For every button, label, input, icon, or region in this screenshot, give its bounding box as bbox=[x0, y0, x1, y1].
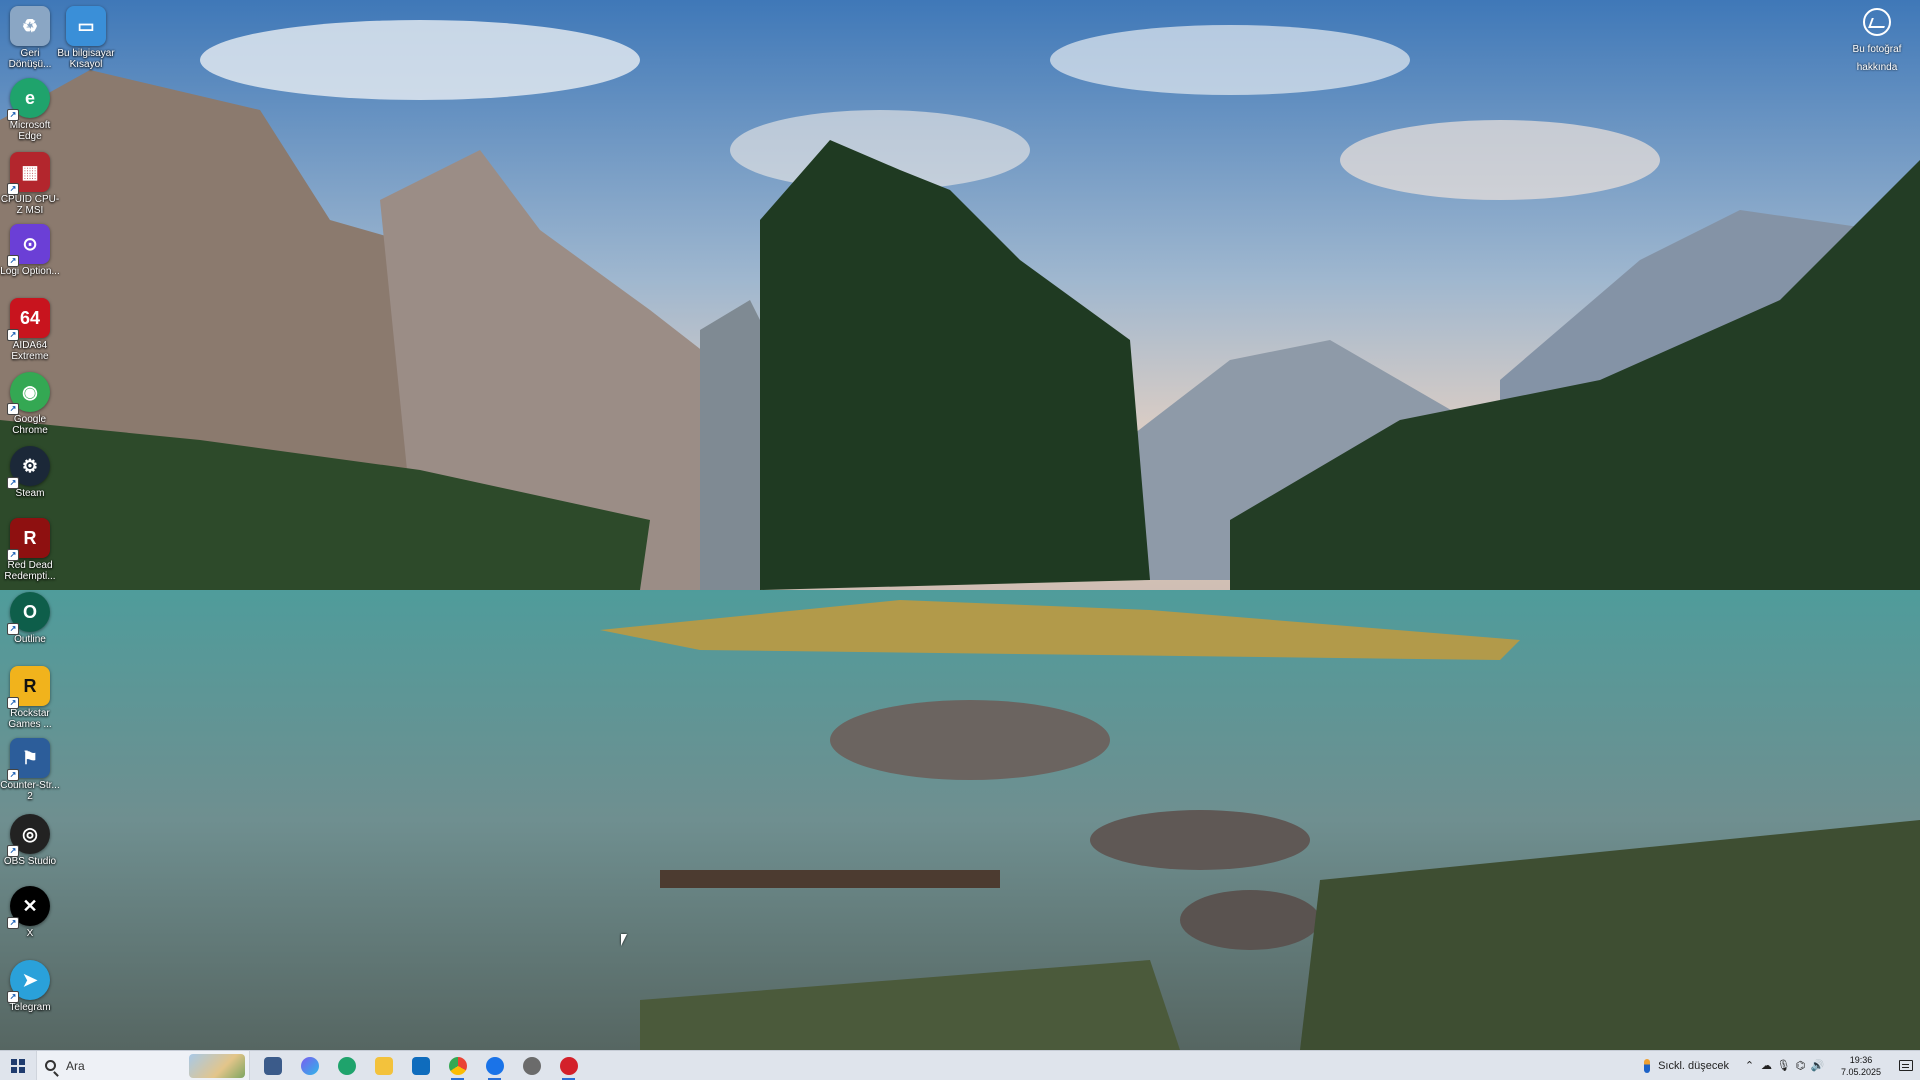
taskbar-pinned-apps bbox=[254, 1051, 587, 1080]
aida64-icon: 64 ↗ bbox=[7, 298, 50, 341]
desktop-icon-x[interactable]: ✕ ↗ X bbox=[0, 886, 60, 939]
taskbar-copilot[interactable] bbox=[291, 1051, 328, 1080]
volume-icon[interactable]: 🔊 bbox=[1809, 1051, 1826, 1080]
notification-icon bbox=[1899, 1060, 1913, 1071]
taskbar-settings[interactable] bbox=[513, 1051, 550, 1080]
desktop-icon-outline[interactable]: O ↗ Outline bbox=[0, 592, 60, 645]
desktop-icon-label: Telegram bbox=[9, 1002, 51, 1013]
copilot-icon bbox=[300, 1056, 319, 1075]
weather-widget[interactable]: Sıckl. düşecek bbox=[1644, 1058, 1729, 1073]
computer-icon: ▭ bbox=[66, 6, 106, 46]
desktop-icon-label: CPUID CPU-Z MSI bbox=[0, 194, 60, 216]
desktop-icon-recycle-bin[interactable]: ♻ Geri Dönüşü... bbox=[0, 6, 60, 70]
desktop-icon-red-dead[interactable]: R ↗ Red Dead Redempti... bbox=[0, 518, 60, 582]
folder-icon bbox=[374, 1056, 393, 1075]
red-dead-icon: R ↗ bbox=[7, 518, 50, 561]
taskbar-chrome[interactable] bbox=[439, 1051, 476, 1080]
desktop-icon-obs[interactable]: ◎ ↗ OBS Studio bbox=[0, 814, 60, 867]
desktop-icon-label: Logi Option... bbox=[0, 266, 60, 277]
counter-strike-icon: ⚑ ↗ bbox=[7, 738, 50, 781]
taskbar-chrome-profile[interactable] bbox=[476, 1051, 513, 1080]
desktop-icon-label: Google Chrome bbox=[12, 414, 48, 436]
desktop-icon-label: Bu bilgisayar Kısayol bbox=[57, 48, 115, 70]
obs-icon: ◎ ↗ bbox=[7, 814, 50, 857]
telegram-icon: ➤ ↗ bbox=[7, 960, 50, 1003]
desktop-icon-steam[interactable]: ⚙ ↗ Steam bbox=[0, 446, 60, 499]
chrome-icon: ◉ ↗ bbox=[7, 372, 50, 415]
desktop-icon-label: Outline bbox=[14, 634, 46, 645]
desktop-icon-label: OBS Studio bbox=[3, 856, 57, 867]
desktop-icon-label: Geri Dönüşü... bbox=[8, 48, 52, 70]
desktop-icon-label: X bbox=[26, 928, 34, 939]
taskbar: Ara Sıckl. düşecek ⌃ ☁ 🎙 ⌬ 🔊 19:36 7.05.… bbox=[0, 1050, 1920, 1080]
taskbar-red-app[interactable] bbox=[550, 1051, 587, 1080]
desktop-icon-label: Counter-Str... 2 bbox=[0, 780, 60, 802]
desktop-icon-label: Rockstar Games ... bbox=[8, 708, 52, 730]
thermometer-icon bbox=[1644, 1058, 1651, 1073]
recycle-bin-icon: ♻ bbox=[10, 6, 50, 46]
photo-info-icon bbox=[1863, 8, 1891, 36]
taskbar-task-view[interactable] bbox=[254, 1051, 291, 1080]
edge-icon bbox=[337, 1056, 356, 1075]
desktop-icon-logi-options[interactable]: ⊙ ↗ Logi Option... bbox=[0, 224, 60, 277]
desktop-icon-rockstar[interactable]: R ↗ Rockstar Games ... bbox=[0, 666, 60, 730]
weather-text: Sıckl. düşecek bbox=[1658, 1059, 1729, 1072]
x-icon: ✕ ↗ bbox=[7, 886, 50, 929]
about-photo-label: Bu fotoğraf hakkında bbox=[1852, 44, 1902, 73]
network-icon[interactable]: ⌬ bbox=[1792, 1051, 1809, 1080]
mouse-cursor-icon bbox=[621, 934, 627, 946]
clock-date: 7.05.2025 bbox=[1840, 1066, 1882, 1077]
taskbar-search-box[interactable]: Ara bbox=[36, 1050, 250, 1080]
cpuz-icon: ▦ ↗ bbox=[7, 152, 50, 195]
edge-icon: e ↗ bbox=[7, 78, 50, 121]
onedrive-icon[interactable]: ☁ bbox=[1758, 1051, 1775, 1080]
chrome-profile-icon bbox=[485, 1056, 504, 1075]
task-view-icon bbox=[263, 1056, 282, 1075]
about-this-photo[interactable]: Bu fotoğraf hakkında bbox=[1842, 8, 1912, 75]
red-app-icon bbox=[559, 1056, 578, 1075]
desktop-icon-telegram[interactable]: ➤ ↗ Telegram bbox=[0, 960, 60, 1013]
steam-icon: ⚙ ↗ bbox=[7, 446, 50, 489]
gear-icon bbox=[522, 1056, 541, 1075]
outline-vpn-icon: O ↗ bbox=[7, 592, 50, 635]
clock-time: 19:36 bbox=[1849, 1054, 1873, 1065]
chrome-icon bbox=[448, 1056, 467, 1075]
notification-center-button[interactable] bbox=[1892, 1051, 1920, 1080]
taskbar-file-explorer[interactable] bbox=[365, 1051, 402, 1080]
desktop-icon-this-pc[interactable]: ▭ Bu bilgisayar Kısayol bbox=[56, 6, 116, 70]
desktop-icon-edge[interactable]: e ↗ Microsoft Edge bbox=[0, 78, 60, 142]
rockstar-icon: R ↗ bbox=[7, 666, 50, 709]
windows-logo-icon bbox=[11, 1058, 25, 1073]
desktop-icon-counter-strike[interactable]: ⚑ ↗ Counter-Str... 2 bbox=[0, 738, 60, 802]
desktop-icon-label: Red Dead Redempti... bbox=[4, 560, 56, 582]
microphone-icon[interactable]: 🎙 bbox=[1775, 1051, 1792, 1080]
outlook-icon bbox=[411, 1056, 430, 1075]
desktop-icon-chrome[interactable]: ◉ ↗ Google Chrome bbox=[0, 372, 60, 436]
system-tray: Sıckl. düşecek ⌃ ☁ 🎙 ⌬ 🔊 19:36 7.05.2025 bbox=[1644, 1051, 1920, 1080]
desktop-icon-aida64[interactable]: 64 ↗ AIDA64 Extreme bbox=[0, 298, 60, 362]
taskbar-outlook[interactable] bbox=[402, 1051, 439, 1080]
search-placeholder: Ara bbox=[66, 1058, 85, 1073]
search-highlight-image bbox=[189, 1053, 245, 1078]
desktop-icon-label: Steam bbox=[15, 488, 45, 499]
taskbar-edge[interactable] bbox=[328, 1051, 365, 1080]
chevron-up-icon[interactable]: ⌃ bbox=[1741, 1051, 1758, 1080]
desktop-icon-cpuz[interactable]: ▦ ↗ CPUID CPU-Z MSI bbox=[0, 152, 60, 216]
logi-options-icon: ⊙ ↗ bbox=[7, 224, 50, 267]
desktop-icon-label: AIDA64 Extreme bbox=[11, 340, 49, 362]
start-button[interactable] bbox=[0, 1051, 36, 1080]
taskbar-clock[interactable]: 19:36 7.05.2025 bbox=[1830, 1054, 1892, 1078]
desktop-icon-label: Microsoft Edge bbox=[9, 120, 51, 142]
search-icon bbox=[45, 1060, 56, 1071]
desktop-icon-area: ♻ Geri Dönüşü... ▭ Bu bilgisayar Kısayol… bbox=[0, 0, 1920, 1050]
